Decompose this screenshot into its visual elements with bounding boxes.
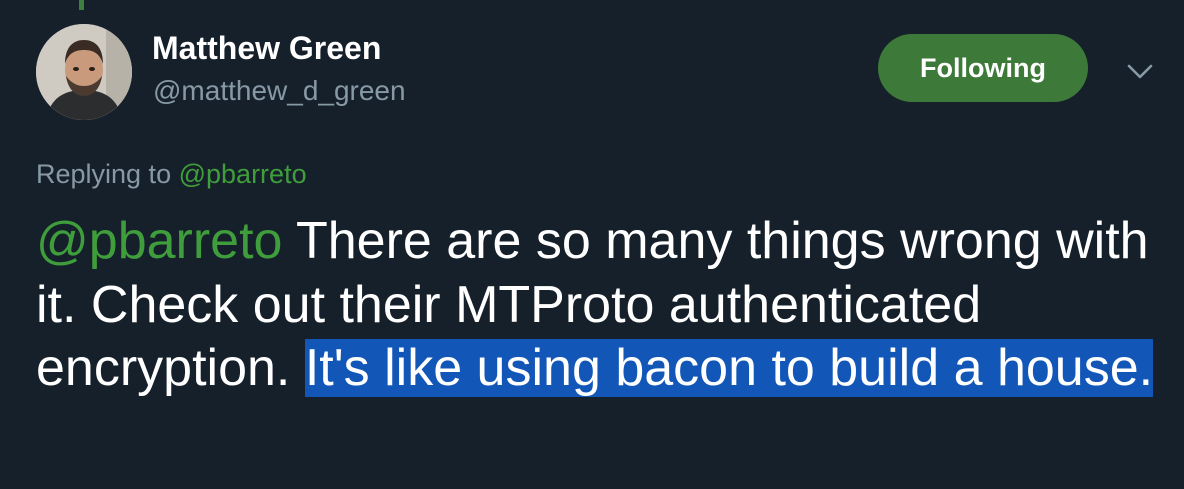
chevron-down-icon[interactable] — [1124, 56, 1156, 88]
author-display-name[interactable]: Matthew Green — [152, 28, 381, 68]
reply-context-mention-link[interactable]: @pbarreto — [179, 159, 307, 189]
tweet-text: @pbarreto There are so many things wrong… — [36, 210, 1166, 401]
following-button[interactable]: Following — [878, 34, 1088, 102]
reply-context-prefix: Replying to — [36, 159, 172, 189]
author-handle[interactable]: @matthew_d_green — [153, 74, 406, 108]
tweet-mention-link[interactable]: @pbarreto — [36, 212, 282, 270]
tweet-page: Matthew Green @matthew_d_green Following… — [0, 0, 1184, 489]
thread-connector-line — [79, 0, 84, 10]
tweet-text-selected: It's like using bacon to build a — [304, 339, 997, 397]
tweet-text-selected-end: house. — [996, 339, 1154, 397]
avatar[interactable] — [36, 24, 132, 120]
reply-context: Replying to @pbarreto — [36, 156, 307, 192]
